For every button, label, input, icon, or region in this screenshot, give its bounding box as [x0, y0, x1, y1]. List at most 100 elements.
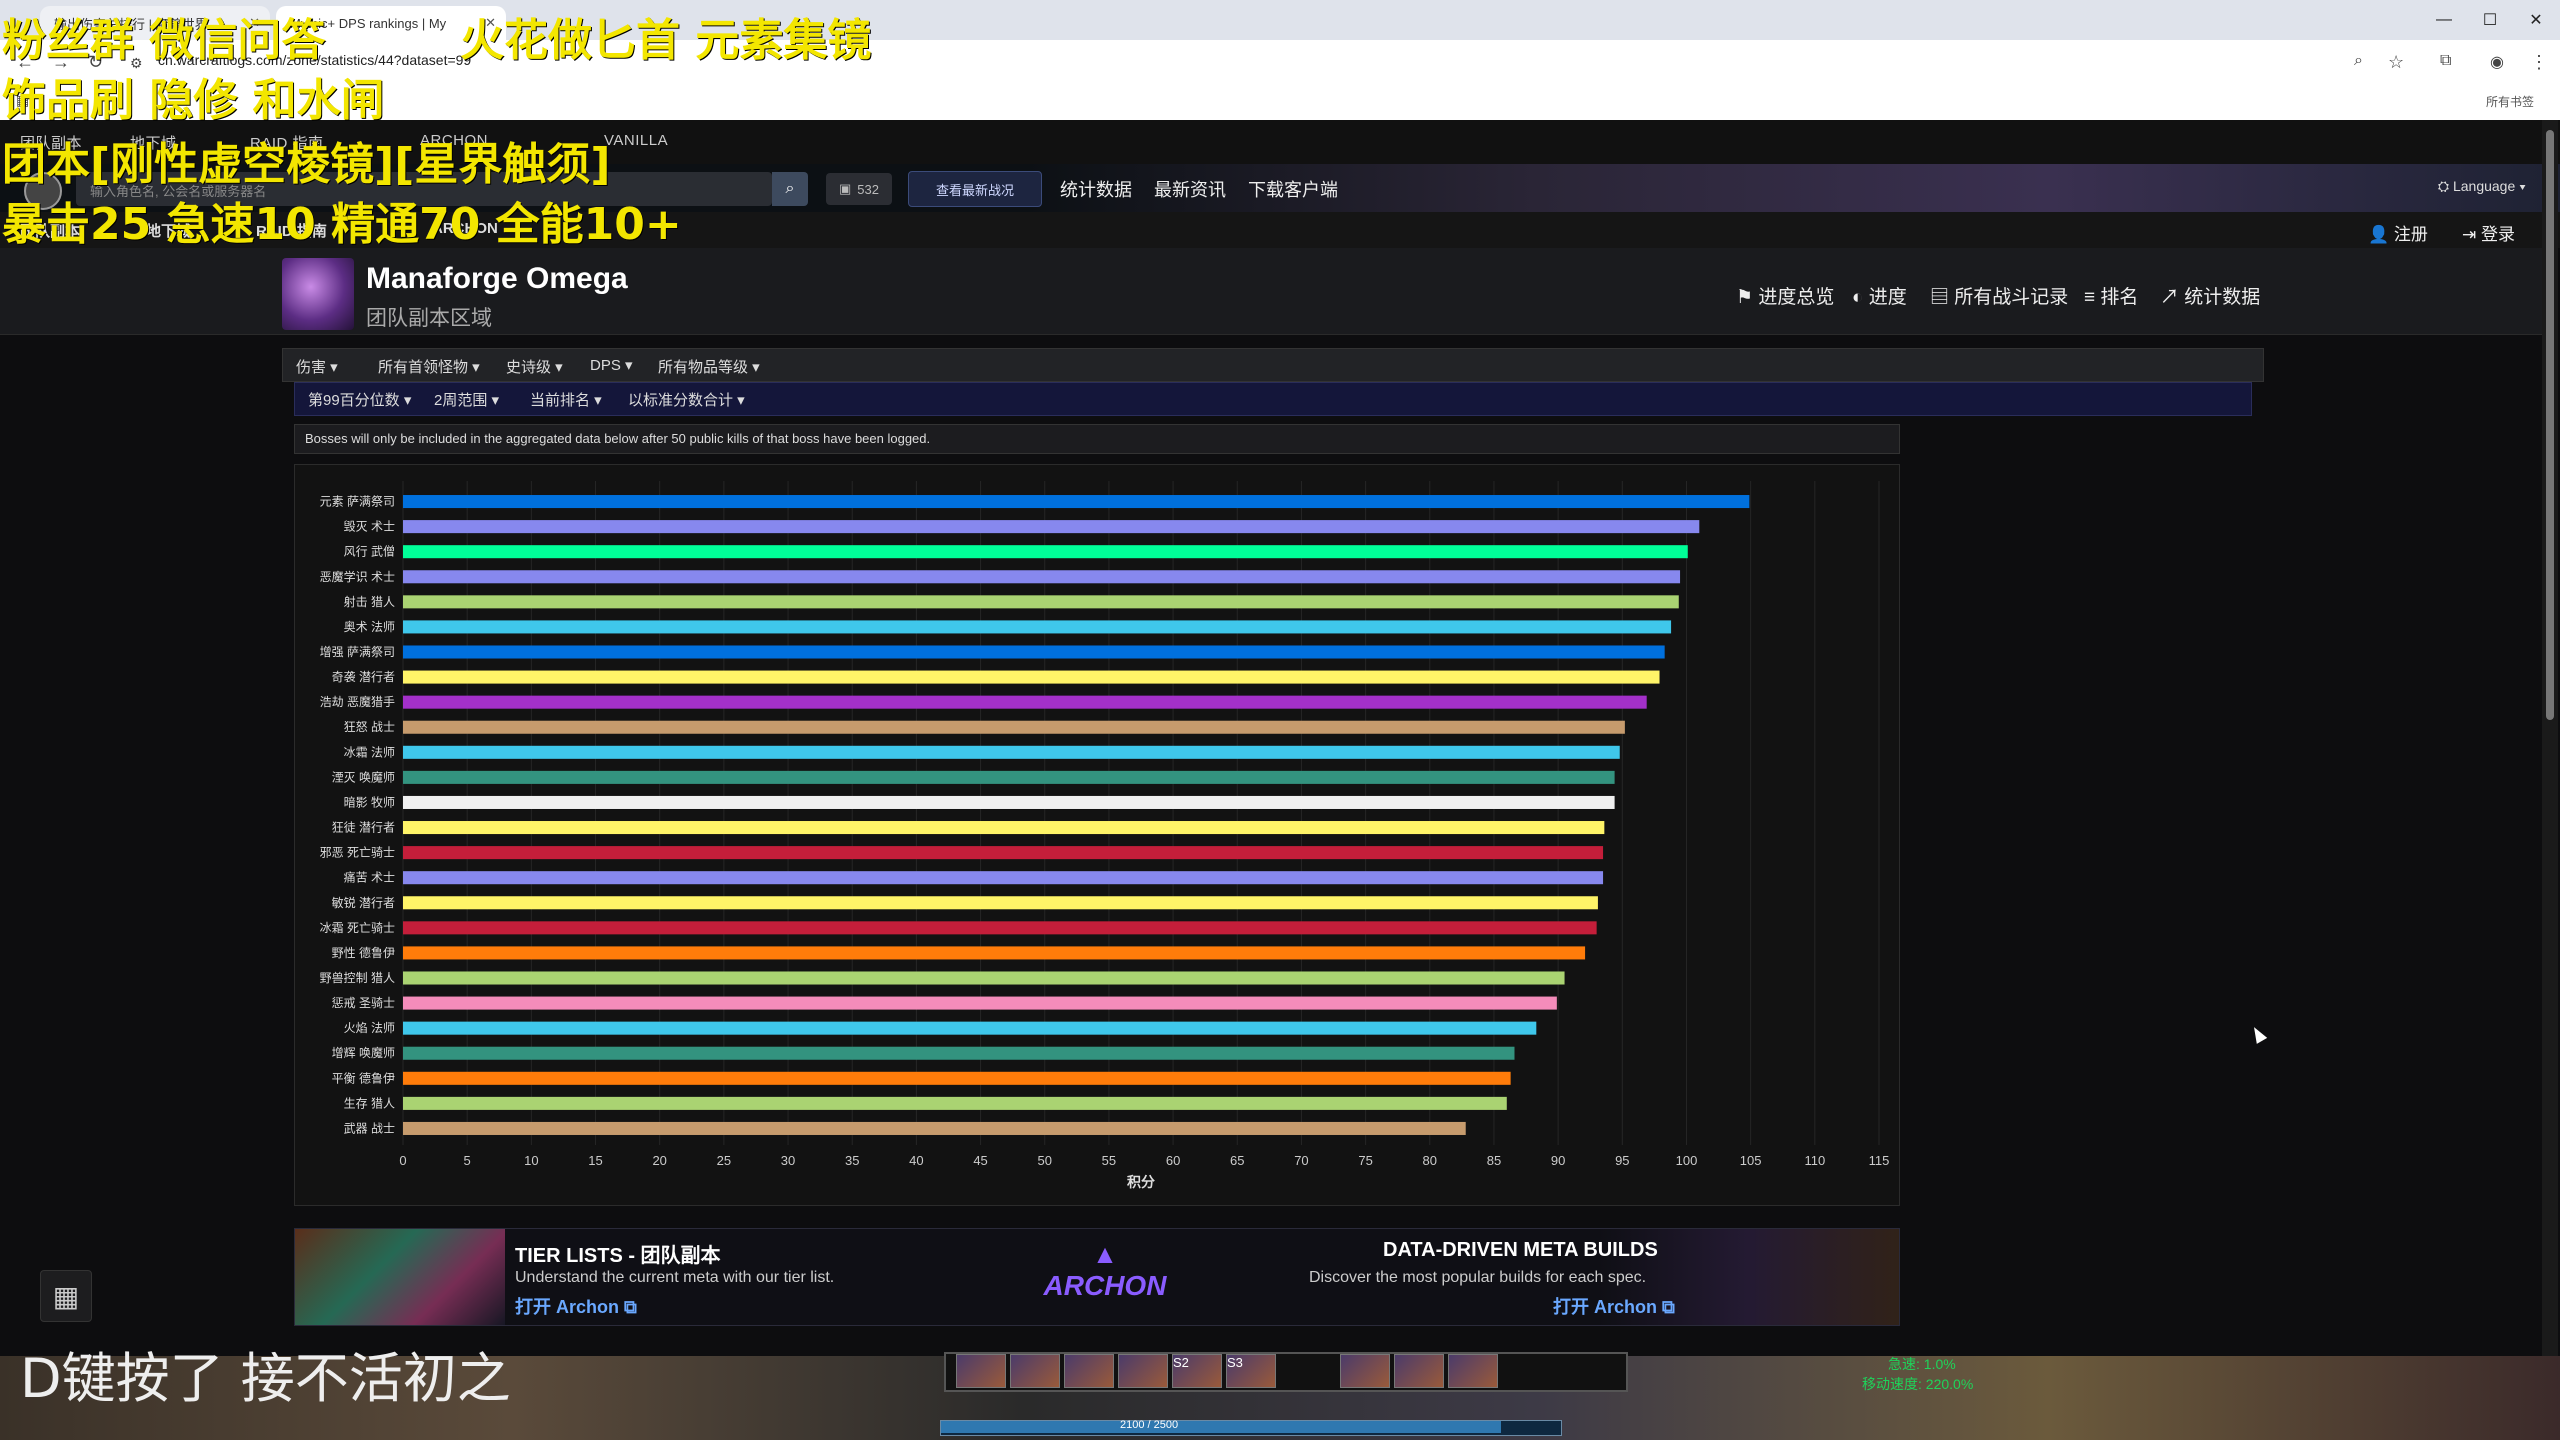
- action-slot[interactable]: [1118, 1354, 1168, 1388]
- bar: [403, 821, 1605, 835]
- runner-icon: ⚑: [1736, 287, 1759, 308]
- filter-ranking-mode[interactable]: 当前排名 ▾: [530, 389, 602, 410]
- mouse-cursor-icon: [2248, 1024, 2268, 1044]
- category-label: 射击 猎人: [344, 594, 395, 609]
- rankings-icon: ≡: [2084, 287, 2101, 308]
- x-tick-label: 15: [588, 1153, 602, 1168]
- close-window-icon[interactable]: ✕: [2512, 0, 2560, 40]
- nav-statistics[interactable]: 统计数据: [1060, 176, 1132, 202]
- action-slot[interactable]: [1010, 1354, 1060, 1388]
- overlay-line-1: 粉丝群 微信问答: [2, 15, 326, 66]
- filter-difficulty[interactable]: 史诗级 ▾: [506, 356, 563, 377]
- tier-list-link[interactable]: 打开 Archon ⧉: [515, 1293, 637, 1319]
- register-link[interactable]: 👤 注册: [2368, 220, 2428, 245]
- filter-label: DPS: [590, 357, 621, 374]
- stat-haste: 急速: 1.0%: [1888, 1356, 1956, 1372]
- user-icon: 👤: [2368, 225, 2394, 244]
- archon-logo-text: ARCHON: [1043, 1270, 1167, 1301]
- zone-link-overview[interactable]: ⚑ 进度总览: [1736, 282, 1834, 309]
- tier-list-art: [295, 1229, 505, 1325]
- zone-link-all-reports[interactable]: ▤ 所有战斗记录: [1930, 282, 2068, 309]
- bar: [403, 595, 1679, 609]
- x-tick-label: 90: [1551, 1153, 1565, 1168]
- register-label: 注册: [2393, 225, 2428, 244]
- all-bookmarks-link[interactable]: 所有书签: [2486, 93, 2534, 110]
- resource-bar-text: 2100 / 2500: [1120, 1419, 1179, 1431]
- x-tick-label: 85: [1487, 1153, 1501, 1168]
- bar: [403, 971, 1565, 985]
- menu-icon[interactable]: ⋮: [2530, 52, 2548, 73]
- category-label: 湮灭 唤魔师: [332, 769, 395, 784]
- zone-link-statistics[interactable]: ↗ 统计数据: [2160, 282, 2260, 309]
- login-link[interactable]: ⇥ 登录: [2462, 220, 2515, 245]
- archon-logo-icon: ▲: [1092, 1239, 1118, 1269]
- x-tick-label: 115: [1869, 1153, 1890, 1168]
- category-label: 野性 德鲁伊: [332, 945, 395, 960]
- chart-svg: 0 5 10 15 20 25 30 35 40 45 50 55 60 65 70 75 80 85 90 95 10…: [320, 481, 1890, 1190]
- extensions-icon[interactable]: ⧉: [2440, 52, 2451, 70]
- language-selector[interactable]: ⛭ Language ▾: [2438, 178, 2526, 195]
- bar: [403, 1121, 1466, 1135]
- link-label: 打开 Archon: [515, 1297, 620, 1317]
- bar: [403, 545, 1688, 559]
- bar: [403, 520, 1700, 534]
- bar: [403, 1096, 1507, 1110]
- topnav-vanilla[interactable]: VANILLA: [604, 132, 668, 149]
- x-tick-label: 0: [399, 1153, 406, 1168]
- action-slot[interactable]: S2: [1172, 1354, 1222, 1388]
- chat-badge[interactable]: ▣ 532: [826, 173, 892, 205]
- nav-download[interactable]: 下载客户端: [1248, 176, 1338, 202]
- filter-label: 2周范围: [434, 392, 488, 409]
- filter-percentile[interactable]: 第99百分位数 ▾: [308, 389, 411, 410]
- minimize-icon[interactable]: —: [2420, 0, 2468, 40]
- zone-link-rankings[interactable]: ≡ 排名: [2084, 282, 2138, 309]
- x-tick-label: 40: [909, 1153, 923, 1168]
- archon-logo[interactable]: ▲ ARCHON: [1035, 1239, 1175, 1302]
- slot-label: S3: [1227, 1355, 1243, 1370]
- x-tick-label: 50: [1038, 1153, 1052, 1168]
- filter-item-level[interactable]: 所有物品等级 ▾: [658, 356, 760, 377]
- filter-range[interactable]: 2周范围 ▾: [434, 389, 499, 410]
- action-slot[interactable]: [1064, 1354, 1114, 1388]
- profile-icon[interactable]: ◉: [2490, 52, 2504, 72]
- live-button[interactable]: 查看最新战况: [908, 171, 1042, 207]
- action-slot[interactable]: [1394, 1354, 1444, 1388]
- x-tick-label: 5: [464, 1153, 471, 1168]
- category-label: 暗影 牧师: [344, 794, 395, 809]
- x-tick-label: 65: [1230, 1153, 1244, 1168]
- action-slot[interactable]: [956, 1354, 1006, 1388]
- action-slot[interactable]: S3: [1226, 1354, 1276, 1388]
- external-link-icon: ⧉: [1662, 1297, 1675, 1317]
- action-slot[interactable]: [1448, 1354, 1498, 1388]
- category-label: 生存 猎人: [344, 1096, 395, 1110]
- category-label: 野兽控制 猎人: [320, 971, 395, 985]
- action-slot[interactable]: [1340, 1354, 1390, 1388]
- bar: [403, 495, 1750, 509]
- bar: [403, 846, 1604, 860]
- maximize-icon[interactable]: ☐: [2466, 0, 2514, 40]
- zone-link-progress[interactable]: ◐ 进度: [1852, 282, 1907, 309]
- zone-icon: [282, 258, 354, 330]
- category-label: 恶魔学识 术士: [320, 569, 395, 584]
- overlay-line-4: 暴击25 急速10 精通70 全能10+: [2, 199, 682, 250]
- archon-banner: TIER LISTS - 团队副本 Understand the current…: [294, 1228, 1900, 1326]
- scrollbar-thumb[interactable]: [2546, 130, 2554, 720]
- qr-code-icon[interactable]: ▦: [40, 1270, 92, 1322]
- x-tick-label: 10: [524, 1153, 538, 1168]
- category-label: 狂徒 潜行者: [332, 821, 395, 835]
- filter-aggregation[interactable]: 以标准分数合计 ▾: [628, 389, 745, 410]
- search-icon[interactable]: ⌕: [772, 172, 808, 206]
- bookmark-star-icon[interactable]: ☆: [2388, 52, 2404, 73]
- filter-metric[interactable]: 伤害 ▾: [296, 356, 338, 377]
- filter-role[interactable]: DPS ▾: [590, 356, 633, 374]
- zone-link-label: 统计数据: [2184, 287, 2261, 308]
- category-label: 增强 萨满祭司: [320, 645, 395, 659]
- nav-news[interactable]: 最新资讯: [1154, 176, 1226, 202]
- zoom-icon[interactable]: ⌕: [2354, 52, 2363, 70]
- stream-caption: D键按了 接不活初之: [20, 1347, 511, 1410]
- slot-label: S2: [1173, 1355, 1189, 1370]
- link-label: 打开 Archon: [1553, 1297, 1658, 1317]
- filter-boss[interactable]: 所有首领怪物 ▾: [378, 356, 480, 377]
- meta-builds-link[interactable]: 打开 Archon ⧉: [1553, 1293, 1675, 1319]
- bar: [403, 1071, 1511, 1085]
